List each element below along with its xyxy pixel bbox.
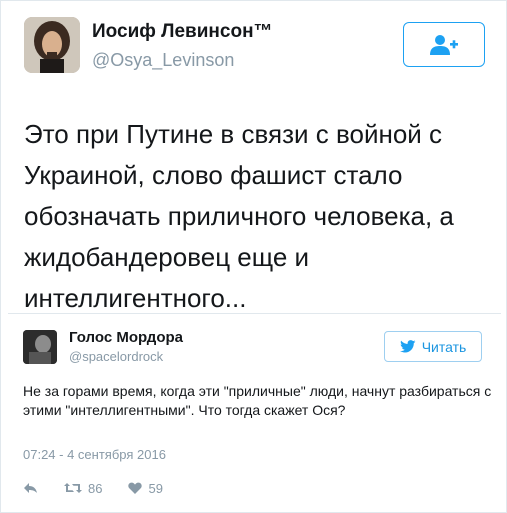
- read-button-label: Читать: [421, 338, 467, 355]
- reply-icon: [24, 483, 37, 493]
- like-count: 59: [148, 480, 163, 496]
- reply-action[interactable]: [23, 482, 38, 494]
- tweet-card: Иосиф Левинсон™ @Osya_Levinson Это при П…: [0, 0, 507, 513]
- like-action[interactable]: 59: [128, 480, 163, 496]
- quoted-tweet-text: Не за горами время, когда эти "приличные…: [23, 383, 492, 418]
- retweet-icon: [64, 483, 82, 493]
- add-user-icon: [430, 34, 458, 55]
- tweet-text: Это при Путине в связи с войной с Украин…: [24, 119, 454, 313]
- quoted-tweet[interactable]: Голос Мордора @spacelordrock Читать Не з…: [8, 313, 501, 506]
- quoted-tweet-timestamp[interactable]: 07:24 - 4 сентября 2016: [23, 447, 166, 462]
- author-avatar[interactable]: [24, 17, 80, 73]
- quoted-author-avatar[interactable]: [23, 330, 57, 364]
- read-button[interactable]: Читать: [384, 331, 482, 362]
- author-handle[interactable]: @Osya_Levinson: [92, 50, 234, 71]
- follow-button[interactable]: [403, 22, 485, 67]
- quoted-author-handle[interactable]: @spacelordrock: [69, 349, 163, 364]
- quoted-author-name[interactable]: Голос Мордора: [69, 329, 183, 346]
- heart-icon: [128, 482, 143, 494]
- author-name[interactable]: Иосиф Левинсон™: [92, 21, 273, 43]
- tweet-actions: 86 59: [23, 479, 189, 497]
- retweet-count: 86: [88, 480, 103, 496]
- retweet-action[interactable]: 86: [64, 481, 102, 496]
- bird-icon: [399, 340, 416, 353]
